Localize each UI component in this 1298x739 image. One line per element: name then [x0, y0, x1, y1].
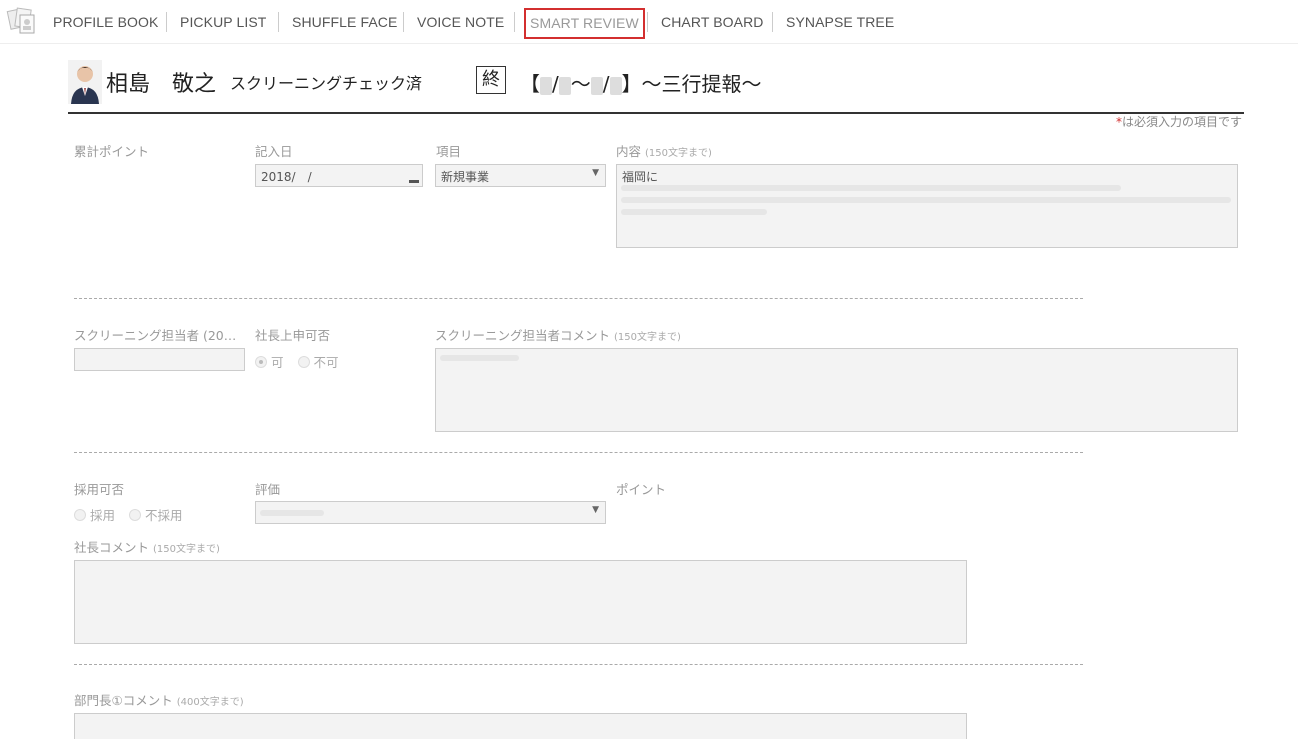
- nav-voice-note[interactable]: VOICE NOTE: [417, 12, 504, 32]
- content-text: 福岡に: [622, 170, 659, 184]
- radio-button[interactable]: [74, 509, 86, 521]
- period-tilde: ～: [570, 72, 591, 96]
- content-char-limit: (150文字まで): [645, 148, 712, 159]
- report-title: 】～三行提報～: [621, 72, 762, 96]
- blurred-value: [558, 76, 571, 95]
- content-label: 内容 (150文字まで): [616, 141, 712, 160]
- dept-head-comment-label-text: 部門長①コメント: [74, 693, 173, 708]
- nav-separator: [278, 12, 279, 32]
- chevron-down-icon: ▼: [592, 505, 599, 515]
- hire-label: 採用可否: [74, 482, 125, 497]
- nav-separator: [514, 12, 515, 32]
- avatar: [68, 60, 102, 104]
- radio-label: 採用: [90, 508, 116, 523]
- item-select[interactable]: 新規事業 ▼: [435, 164, 606, 187]
- entry-date-input[interactable]: 2018/ /: [255, 164, 423, 187]
- screener-comment-label-text: スクリーニング担当者コメント: [435, 328, 611, 343]
- radio-option-no[interactable]: 不可: [297, 355, 339, 370]
- president-comment-label: 社長コメント (150文字まで): [74, 537, 220, 556]
- nav-pickup-list[interactable]: PICKUP LIST: [180, 12, 266, 32]
- header-divider: [68, 112, 1244, 114]
- nav-smart-review[interactable]: SMART REVIEW: [524, 8, 645, 39]
- radio-option-yes[interactable]: 可: [255, 355, 284, 370]
- period-open-bracket: 【: [520, 72, 540, 96]
- nav-chart-board[interactable]: CHART BOARD: [661, 12, 764, 32]
- content-label-text: 内容: [616, 144, 642, 159]
- nav-separator: [166, 12, 167, 32]
- entry-date-label: 記入日: [255, 144, 293, 159]
- required-note-text: は必須入力の項目です: [1121, 115, 1242, 129]
- required-note: *は必須入力の項目です: [1116, 113, 1242, 130]
- president-comment-label-text: 社長コメント: [74, 540, 150, 555]
- review-header: 相島 敬之 スクリーニングチェック済 終 【 / ～ / 】～三行提報～: [68, 58, 1244, 114]
- nav-separator: [403, 12, 404, 32]
- period-separator: /: [552, 72, 559, 96]
- app-logo-icon[interactable]: [6, 4, 40, 38]
- end-mark-badge: 終: [476, 66, 506, 94]
- section-divider: [74, 452, 1083, 453]
- nav-profile-book[interactable]: PROFILE BOOK: [53, 12, 158, 32]
- screener-comment-textarea[interactable]: [435, 348, 1238, 432]
- blurred-text: [440, 355, 1231, 367]
- radio-option-hire[interactable]: 採用: [74, 508, 115, 523]
- president-report-label: 社長上申可否: [255, 328, 331, 343]
- president-comment-textarea[interactable]: [74, 560, 967, 644]
- president-report-radio-group: 可 不可: [255, 352, 349, 371]
- radio-option-reject[interactable]: 不採用: [129, 508, 183, 523]
- screener-label: スクリーニング担当者 (20…: [74, 328, 237, 343]
- dept-head-comment-char-limit: (400文字まで): [176, 697, 244, 708]
- evaluation-label: 評価: [255, 482, 281, 497]
- item-label: 項目: [436, 144, 462, 159]
- blurred-text: [621, 185, 1231, 221]
- nav-shuffle-face[interactable]: SHUFFLE FACE: [292, 12, 397, 32]
- blurred-value: [540, 76, 552, 95]
- screener-comment-char-limit: (150文字まで): [614, 332, 681, 343]
- radio-button[interactable]: [255, 356, 267, 368]
- person-name: 相島 敬之: [106, 72, 217, 97]
- screener-comment-label: スクリーニング担当者コメント (150文字まで): [435, 325, 681, 344]
- blurred-value: [590, 76, 603, 95]
- section-divider: [74, 664, 1083, 665]
- content-textarea[interactable]: 福岡に: [616, 164, 1238, 248]
- screener-input[interactable]: [74, 348, 245, 371]
- report-period: 【 / ～ / 】～三行提報～: [520, 68, 762, 97]
- points-label: ポイント: [616, 482, 667, 497]
- chevron-down-icon: ▼: [592, 168, 599, 178]
- top-nav: PROFILE BOOK PICKUP LIST SHUFFLE FACE VO…: [0, 0, 1298, 44]
- radio-button[interactable]: [297, 356, 310, 368]
- radio-label: 可: [271, 355, 284, 370]
- period-separator: /: [602, 72, 610, 96]
- evaluation-select[interactable]: ▼: [255, 501, 606, 524]
- cumulative-points-label: 累計ポイント: [74, 144, 150, 159]
- nav-synapse-tree[interactable]: SYNAPSE TREE: [786, 12, 894, 32]
- item-select-value: 新規事業: [441, 170, 490, 184]
- blurred-value: [609, 76, 622, 95]
- entry-date-value: 2018/ /: [261, 170, 312, 184]
- radio-label: 不採用: [145, 508, 183, 523]
- radio-label: 不可: [313, 355, 339, 370]
- section-divider: [74, 298, 1083, 299]
- screening-status: スクリーニングチェック済: [230, 74, 423, 93]
- nav-separator: [647, 12, 648, 32]
- dept-head-comment-textarea[interactable]: [74, 713, 967, 739]
- president-comment-char-limit: (150文字まで): [153, 544, 220, 555]
- dept-head-comment-label: 部門長①コメント (400文字まで): [74, 690, 244, 709]
- nav-separator: [772, 12, 773, 32]
- hire-radio-group: 採用 不採用: [74, 505, 193, 524]
- blurred-text: [260, 510, 599, 522]
- radio-button[interactable]: [129, 509, 141, 521]
- date-picker-icon[interactable]: [409, 180, 419, 183]
